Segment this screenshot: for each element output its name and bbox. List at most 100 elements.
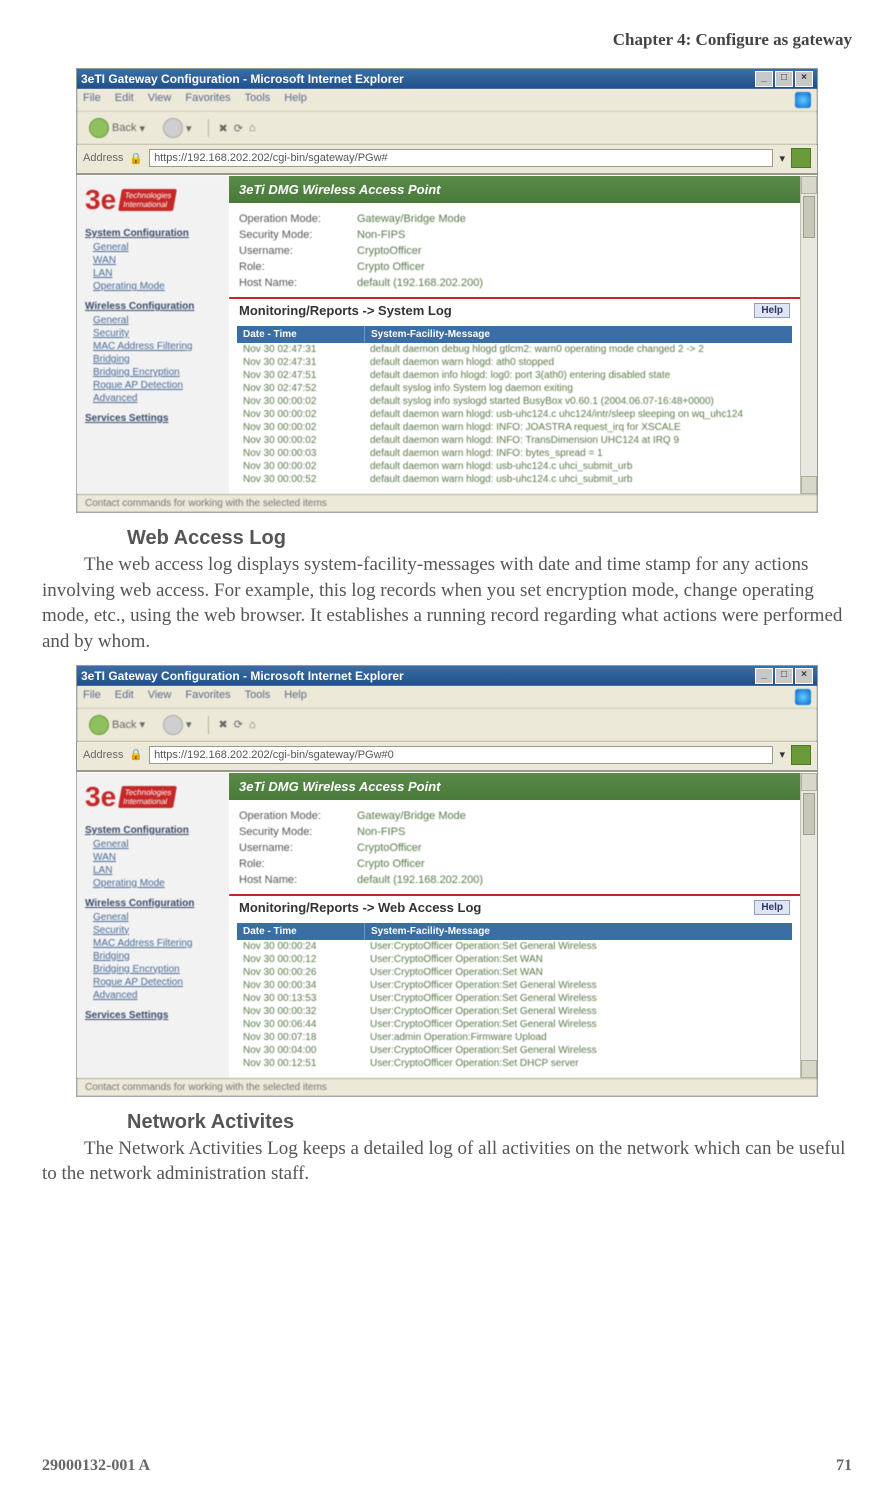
menu-edit[interactable]: Edit <box>115 92 134 108</box>
scroll-up-icon[interactable] <box>801 773 817 791</box>
sidebar-item-security[interactable]: Security <box>85 327 223 340</box>
cell-datetime: Nov 30 02:47:52 <box>237 382 364 395</box>
sidebar-item-bridging[interactable]: Bridging <box>85 950 223 963</box>
scroll-down-icon[interactable] <box>801 1060 817 1078</box>
stop-icon[interactable]: ✖ <box>219 122 228 135</box>
statusbar: Contact commands for working with the se… <box>77 1078 817 1096</box>
sidebar-item-rogueap[interactable]: Rogue AP Detection <box>85 379 223 392</box>
sidebar-item-macfilter[interactable]: MAC Address Filtering <box>85 340 223 353</box>
vertical-scrollbar[interactable] <box>800 773 817 1078</box>
table-row: Nov 30 00:07:18User:admin Operation:Firm… <box>237 1031 792 1044</box>
sidebar-item-advanced[interactable]: Advanced <box>85 989 223 1002</box>
address-dropdown-icon[interactable]: ▾ <box>779 748 785 761</box>
menu-view[interactable]: View <box>148 689 172 705</box>
scroll-down-icon[interactable] <box>801 476 817 494</box>
sidebar-item-wgeneral[interactable]: General <box>85 911 223 924</box>
menu-tools[interactable]: Tools <box>245 689 271 705</box>
scroll-up-icon[interactable] <box>801 176 817 194</box>
refresh-icon[interactable]: ⟳ <box>234 122 243 135</box>
home-icon[interactable]: ⌂ <box>249 122 256 134</box>
menu-help[interactable]: Help <box>284 92 307 108</box>
menu-favorites[interactable]: Favorites <box>185 92 230 108</box>
lock-icon: 🔒 <box>129 152 143 165</box>
forward-button[interactable]: ▾ <box>157 116 198 140</box>
address-input[interactable] <box>149 149 773 167</box>
sidebar-item-bridging[interactable]: Bridging <box>85 353 223 366</box>
back-button[interactable]: Back ▾ <box>83 713 151 737</box>
table-row: Nov 30 00:13:53User:CryptoOfficer Operat… <box>237 992 792 1005</box>
sidebar-item-advanced[interactable]: Advanced <box>85 392 223 405</box>
sidebar-group-wireless: Wireless Configuration <box>85 301 223 312</box>
maximize-icon[interactable]: □ <box>775 71 793 87</box>
menu-favorites[interactable]: Favorites <box>185 689 230 705</box>
cell-message: default daemon warn hlogd: INFO: JOASTRA… <box>364 421 792 434</box>
vertical-scrollbar[interactable] <box>800 176 817 494</box>
window-titlebar: 3eTI Gateway Configuration - Microsoft I… <box>77 69 817 89</box>
minimize-icon[interactable]: _ <box>755 668 773 684</box>
table-row: Nov 30 00:00:02default daemon warn hlogd… <box>237 421 792 434</box>
sidebar-item-wan[interactable]: WAN <box>85 851 223 864</box>
refresh-icon[interactable]: ⟳ <box>234 718 243 731</box>
col-datetime: Date - Time <box>237 923 365 940</box>
home-icon[interactable]: ⌂ <box>249 719 256 731</box>
info-opmode-value: Gateway/Bridge Mode <box>357 810 466 822</box>
section-title: Monitoring/Reports -> System Log Help <box>229 297 800 322</box>
sidebar-item-macfilter[interactable]: MAC Address Filtering <box>85 937 223 950</box>
info-user-label: Username: <box>239 842 349 854</box>
menu-file[interactable]: File <box>83 689 101 705</box>
info-role-value: Crypto Officer <box>357 261 425 273</box>
sidebar-item-security[interactable]: Security <box>85 924 223 937</box>
sidebar-item-opmode[interactable]: Operating Mode <box>85 280 223 293</box>
sidebar-item-wan[interactable]: WAN <box>85 254 223 267</box>
scroll-thumb[interactable] <box>803 196 815 238</box>
maximize-icon[interactable]: □ <box>775 668 793 684</box>
cell-message: User:CryptoOfficer Operation:Set General… <box>364 1044 792 1057</box>
table-row: Nov 30 00:00:03default daemon warn hlogd… <box>237 447 792 460</box>
menu-edit[interactable]: Edit <box>115 689 134 705</box>
sidebar-item-general[interactable]: General <box>85 838 223 851</box>
address-bar: Address 🔒 ▾ <box>77 742 817 772</box>
forward-button[interactable]: ▾ <box>157 713 198 737</box>
cell-datetime: Nov 30 00:00:03 <box>237 447 364 460</box>
cell-datetime: Nov 30 00:00:02 <box>237 460 364 473</box>
cell-message: default daemon warn hlogd: ath0 stopped <box>364 356 792 369</box>
address-input[interactable] <box>149 746 773 764</box>
close-icon[interactable]: × <box>795 71 813 87</box>
sidebar-item-bridgeenc[interactable]: Bridging Encryption <box>85 366 223 379</box>
info-opmode-label: Operation Mode: <box>239 213 349 225</box>
help-button[interactable]: Help <box>754 900 790 915</box>
address-dropdown-icon[interactable]: ▾ <box>779 152 785 165</box>
minimize-icon[interactable]: _ <box>755 71 773 87</box>
go-button[interactable] <box>791 148 811 168</box>
info-role-value: Crypto Officer <box>357 858 425 870</box>
stop-icon[interactable]: ✖ <box>219 718 228 731</box>
help-button[interactable]: Help <box>754 303 790 318</box>
main-panel: 3eTi DMG Wireless Access Point Operation… <box>229 773 800 1078</box>
sidebar-item-general[interactable]: General <box>85 241 223 254</box>
cell-message: User:CryptoOfficer Operation:Set General… <box>364 1005 792 1018</box>
menu-tools[interactable]: Tools <box>245 92 271 108</box>
go-button[interactable] <box>791 745 811 765</box>
menu-file[interactable]: File <box>83 92 101 108</box>
sidebar-item-wgeneral[interactable]: General <box>85 314 223 327</box>
page-number: 71 <box>836 1457 852 1475</box>
sidebar-item-bridgeenc[interactable]: Bridging Encryption <box>85 963 223 976</box>
sidebar-item-lan[interactable]: LAN <box>85 864 223 877</box>
close-icon[interactable]: × <box>795 668 813 684</box>
sidebar-group-sysconf: System Configuration <box>85 825 223 836</box>
heading-web-access-log: Web Access Log <box>127 527 852 550</box>
info-host-value: default (192.168.202.200) <box>357 874 483 886</box>
sidebar-item-rogueap[interactable]: Rogue AP Detection <box>85 976 223 989</box>
scroll-thumb[interactable] <box>803 793 815 835</box>
menubar: File Edit View Favorites Tools Help <box>77 686 817 709</box>
window-titlebar: 3eTI Gateway Configuration - Microsoft I… <box>77 666 817 686</box>
back-button[interactable]: Back ▾ <box>83 116 151 140</box>
col-message: System-Facility-Message <box>365 923 792 940</box>
sidebar-item-lan[interactable]: LAN <box>85 267 223 280</box>
screenshot-system-log: 3eTI Gateway Configuration - Microsoft I… <box>76 68 818 513</box>
cell-message: User:CryptoOfficer Operation:Set DHCP se… <box>364 1057 792 1070</box>
doc-id: 29000132-001 A <box>42 1457 150 1475</box>
menu-help[interactable]: Help <box>284 689 307 705</box>
sidebar-item-opmode[interactable]: Operating Mode <box>85 877 223 890</box>
menu-view[interactable]: View <box>148 92 172 108</box>
